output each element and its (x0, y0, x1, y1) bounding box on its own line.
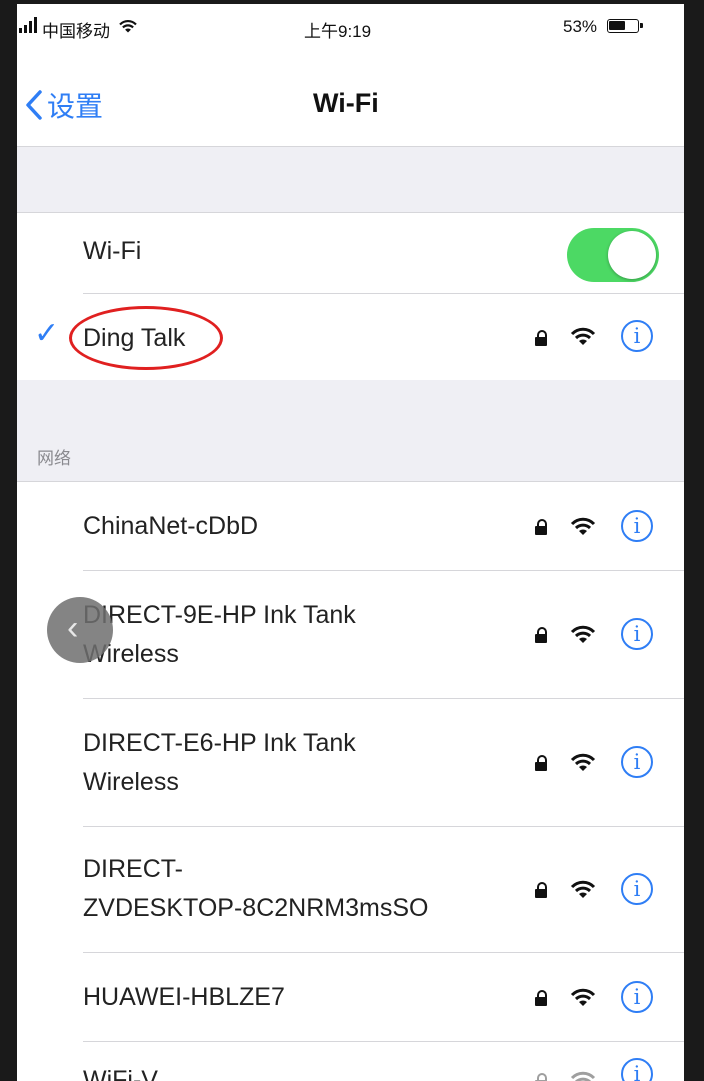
network-name: HUAWEI-HBLZE7 (83, 983, 285, 1011)
network-row[interactable]: DIRECT- ZVDESKTOP-8C2NRM3msSO i (17, 827, 684, 952)
info-icon[interactable]: i (621, 320, 653, 352)
checkmark-icon: ✓ (34, 317, 60, 350)
wifi-toggle-switch[interactable] (567, 228, 659, 282)
group-spacer (17, 147, 684, 212)
lock-icon (535, 990, 547, 1006)
wifi-toggle-label: Wi-Fi (83, 237, 142, 265)
info-icon[interactable]: i (621, 1058, 653, 1081)
info-icon[interactable]: i (621, 510, 653, 542)
network-name: DIRECT- (83, 855, 183, 883)
network-name: DIRECT-9E-HP Ink Tank (83, 601, 356, 629)
wifi-toggle-row: Wi-Fi (17, 213, 684, 293)
network-name: WiFi-V (83, 1066, 158, 1081)
lock-icon (535, 519, 547, 535)
network-row[interactable]: DIRECT-9E-HP Ink Tank Wireless i (17, 571, 684, 698)
network-name-line2: ZVDESKTOP-8C2NRM3msSO (83, 894, 429, 922)
wifi-signal-icon (570, 517, 596, 535)
info-icon[interactable]: i (621, 981, 653, 1013)
network-row[interactable]: DIRECT-E6-HP Ink Tank Wireless i (17, 699, 684, 826)
lock-icon (535, 882, 547, 898)
network-name: ChinaNet-cDbD (83, 512, 259, 540)
back-button[interactable]: 设置 (25, 87, 103, 123)
back-label: 设置 (47, 91, 104, 122)
wifi-signal-icon (570, 327, 596, 345)
info-icon[interactable]: i (621, 618, 653, 650)
lock-icon (535, 755, 547, 771)
page-title: Wi-Fi (313, 88, 379, 118)
lock-icon (535, 627, 547, 643)
wifi-signal-icon (570, 753, 596, 771)
status-time: 上午9:19 (304, 22, 372, 41)
chevron-left-icon (26, 90, 42, 120)
cellular-signal-icon (19, 17, 37, 33)
network-name-line2: Wireless (83, 768, 179, 796)
connected-network-row[interactable]: ✓ Ding Talk i (17, 294, 684, 380)
info-icon[interactable]: i (621, 746, 653, 778)
nav-bar: 设置 Wi-Fi (17, 44, 684, 144)
networks-section-title: 网络 (37, 449, 71, 468)
carrier-label: 中国移动 (42, 22, 110, 41)
battery-icon (607, 19, 643, 33)
lock-icon (535, 330, 547, 346)
highlight-circle-annotation (69, 306, 223, 370)
wifi-signal-icon (570, 625, 596, 643)
network-row[interactable]: WiFi-V i (17, 1042, 684, 1081)
wifi-signal-icon (570, 1071, 596, 1081)
status-bar: 中国移动 上午9:19 53% (17, 4, 684, 44)
phone-screen: 中国移动 上午9:19 53% 设置 Wi-Fi Wi-Fi ✓ Ding Ta… (17, 4, 684, 1081)
floating-back-button[interactable]: ‹ (47, 597, 113, 663)
network-row[interactable]: HUAWEI-HBLZE7 i (17, 953, 684, 1041)
wifi-status-icon (119, 20, 137, 33)
wifi-signal-icon (570, 880, 596, 898)
battery-percent: 53% (563, 17, 598, 36)
wifi-signal-icon (570, 988, 596, 1006)
info-icon[interactable]: i (621, 873, 653, 905)
toggle-knob (608, 231, 656, 279)
network-name: DIRECT-E6-HP Ink Tank (83, 729, 356, 757)
chevron-left-icon: ‹ (67, 609, 79, 647)
network-row[interactable]: ChinaNet-cDbD i (17, 482, 684, 570)
networks-section-header: 网络 (17, 380, 684, 481)
